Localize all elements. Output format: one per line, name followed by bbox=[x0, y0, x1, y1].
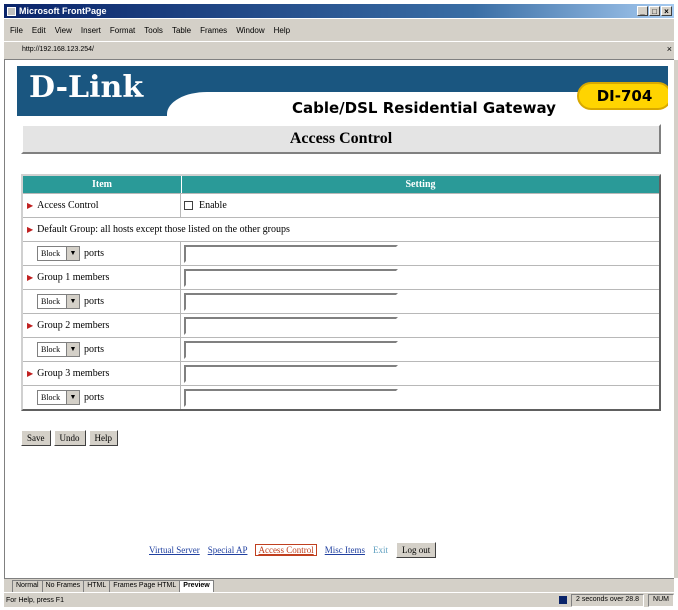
group1-label: Group 1 members bbox=[37, 272, 110, 283]
enable-checkbox[interactable] bbox=[184, 201, 193, 210]
bullet-arrow-icon: ▶ bbox=[27, 201, 34, 210]
menu-window[interactable]: Window bbox=[236, 26, 264, 35]
menu-edit[interactable]: Edit bbox=[32, 26, 46, 35]
ports-label: ports bbox=[84, 296, 104, 307]
group2-members-input[interactable] bbox=[184, 316, 398, 335]
dropdown-arrow-icon: ▼ bbox=[66, 343, 79, 356]
maximize-button[interactable]: □ bbox=[649, 6, 660, 16]
menu-help[interactable]: Help bbox=[274, 26, 290, 35]
menu-file[interactable]: File bbox=[10, 26, 23, 35]
group3-block-select[interactable]: Block ▼ bbox=[37, 390, 80, 405]
url-bar: http://192.168.123.254/ × bbox=[4, 42, 674, 60]
default-block-select[interactable]: Block ▼ bbox=[37, 246, 80, 261]
tab-no-frames[interactable]: No Frames bbox=[41, 580, 85, 592]
ports-label: ports bbox=[84, 248, 104, 259]
ports-label: ports bbox=[84, 344, 104, 355]
menu-view[interactable]: View bbox=[55, 26, 72, 35]
access-control-link[interactable]: Access Control bbox=[255, 544, 317, 556]
virtual-server-link[interactable]: Virtual Server bbox=[149, 545, 200, 555]
header-item: Item bbox=[23, 176, 182, 193]
action-buttons: Save Undo Help bbox=[21, 430, 118, 446]
dropdown-arrow-icon: ▼ bbox=[66, 247, 79, 260]
group1-members-input[interactable] bbox=[184, 268, 398, 287]
menu-insert[interactable]: Insert bbox=[81, 26, 101, 35]
tab-frames-page-html[interactable]: Frames Page HTML bbox=[109, 580, 181, 592]
table-header: Item Setting bbox=[23, 176, 659, 193]
table-row: ▶ Group 3 members bbox=[23, 361, 659, 385]
table-row: Block ▼ ports bbox=[23, 289, 659, 313]
status-help-text: For Help, press F1 bbox=[6, 596, 64, 604]
table-row: Block ▼ ports bbox=[23, 337, 659, 361]
header-setting: Setting bbox=[405, 179, 436, 190]
table-row: ▶ Group 1 members bbox=[23, 265, 659, 289]
menubar: File Edit View Insert Format Tools Table… bbox=[4, 19, 674, 41]
access-control-table: Item Setting ▶ Access Control Enable ▶ Def… bbox=[21, 174, 661, 411]
group2-label: Group 2 members bbox=[37, 320, 110, 331]
window-titlebar: Microsoft FrontPage _ □ × bbox=[4, 4, 674, 18]
tab-normal[interactable]: Normal bbox=[12, 580, 43, 592]
app-icon bbox=[7, 6, 16, 16]
dropdown-arrow-icon: ▼ bbox=[66, 391, 79, 404]
table-row: Block ▼ ports bbox=[23, 241, 659, 265]
group3-ports-input[interactable] bbox=[184, 388, 398, 407]
log-out-button[interactable]: Log out bbox=[395, 542, 437, 558]
save-button[interactable]: Save bbox=[21, 430, 51, 446]
status-bar: For Help, press F1 2 seconds over 28.8 N… bbox=[4, 593, 674, 607]
tab-html[interactable]: HTML bbox=[83, 580, 111, 592]
banner-tagline: Cable/DSL Residential Gateway bbox=[292, 99, 556, 116]
group3-members-input[interactable] bbox=[184, 364, 398, 383]
group2-block-select[interactable]: Block ▼ bbox=[37, 342, 80, 357]
special-ap-link[interactable]: Special AP bbox=[208, 545, 248, 555]
window-title: Microsoft FrontPage bbox=[19, 6, 107, 16]
dlink-logo: D-Link bbox=[29, 70, 144, 105]
default-group-label: Default Group: all hosts except those li… bbox=[37, 224, 290, 235]
page-title: Access Control bbox=[21, 124, 661, 154]
bullet-arrow-icon: ▶ bbox=[27, 225, 34, 234]
enable-label: Enable bbox=[199, 200, 227, 211]
network-icon bbox=[559, 596, 567, 604]
num-lock-indicator: NUM bbox=[648, 593, 674, 607]
menu-table[interactable]: Table bbox=[172, 26, 191, 35]
table-row: ▶ Default Group: all hosts except those l… bbox=[23, 217, 659, 241]
group1-block-select[interactable]: Block ▼ bbox=[37, 294, 80, 309]
bullet-arrow-icon: ▶ bbox=[27, 369, 34, 378]
minimize-button[interactable]: _ bbox=[637, 6, 648, 16]
document-area: D-Link Cable/DSL Residential Gateway DI-… bbox=[4, 60, 674, 578]
misc-items-link[interactable]: Misc Items bbox=[325, 545, 365, 555]
exit-link[interactable]: Exit bbox=[373, 545, 388, 555]
footer-nav: Virtual Server Special AP Access Control… bbox=[149, 542, 437, 558]
table-row: ▶ Group 2 members bbox=[23, 313, 659, 337]
default-ports-input[interactable] bbox=[184, 244, 398, 263]
access-control-label: Access Control bbox=[37, 200, 99, 211]
tab-preview[interactable]: Preview bbox=[179, 580, 214, 592]
bullet-arrow-icon: ▶ bbox=[27, 321, 34, 330]
bullet-arrow-icon: ▶ bbox=[27, 273, 34, 282]
help-button[interactable]: Help bbox=[88, 430, 118, 446]
group2-ports-input[interactable] bbox=[184, 340, 398, 359]
table-row: Block ▼ ports bbox=[23, 385, 659, 409]
model-badge: DI-704 bbox=[577, 82, 668, 110]
dlink-banner: D-Link Cable/DSL Residential Gateway DI-… bbox=[17, 66, 668, 116]
dropdown-arrow-icon: ▼ bbox=[66, 295, 79, 308]
close-frame-icon[interactable]: × bbox=[667, 44, 672, 54]
undo-button[interactable]: Undo bbox=[53, 430, 86, 446]
download-time: 2 seconds over 28.8 bbox=[571, 593, 645, 607]
group1-ports-input[interactable] bbox=[184, 292, 398, 311]
vertical-scrollbar[interactable] bbox=[674, 60, 678, 578]
window-controls: _ □ × bbox=[637, 6, 674, 16]
ports-label: ports bbox=[84, 392, 104, 403]
menu-tools[interactable]: Tools bbox=[144, 26, 163, 35]
page-url: http://192.168.123.254/ bbox=[22, 46, 95, 53]
menu-format[interactable]: Format bbox=[110, 26, 135, 35]
menu-frames[interactable]: Frames bbox=[200, 26, 227, 35]
close-button[interactable]: × bbox=[661, 6, 672, 16]
view-tabs: Normal No Frames HTML Frames Page HTML P… bbox=[4, 578, 674, 592]
group3-label: Group 3 members bbox=[37, 368, 110, 379]
table-row: ▶ Access Control Enable bbox=[23, 193, 659, 217]
